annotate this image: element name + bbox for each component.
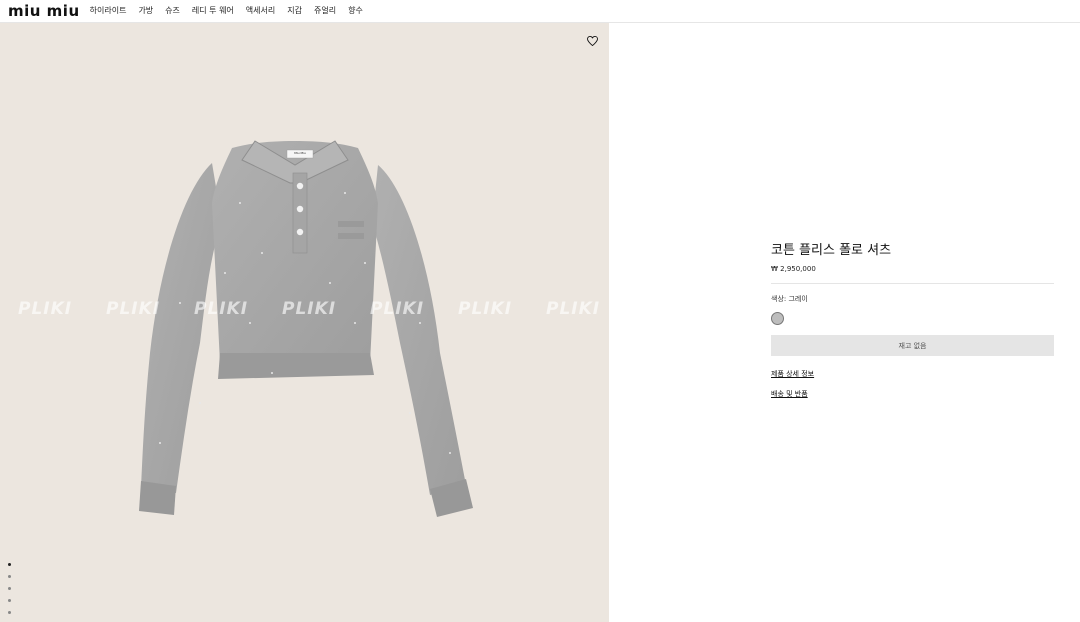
watermark-text: PLIKI xyxy=(458,299,513,319)
nav-item-highlights[interactable]: 하이라이트 xyxy=(90,6,127,16)
color-value: 그레이 xyxy=(788,295,808,303)
nav-item-bags[interactable]: 가방 xyxy=(138,6,153,16)
nav-item-ready-to-wear[interactable]: 레디 투 웨어 xyxy=(192,6,234,16)
neck-label-text: Miu Miu xyxy=(294,151,306,155)
nav-item-jewelry[interactable]: 쥬얼리 xyxy=(314,6,336,16)
gallery-pagination xyxy=(8,563,11,622)
color-label: 색상: xyxy=(771,295,787,303)
color-selection: 색상: 그레이 xyxy=(771,294,1054,304)
color-swatch-grey[interactable] xyxy=(771,312,784,325)
watermark-text: PLIKI xyxy=(18,299,73,319)
product-info: 코튼 플리스 폴로 셔츠 ₩ 2,950,000 색상: 그레이 재고 없음 제… xyxy=(771,242,1054,399)
nav-item-wallets[interactable]: 지갑 xyxy=(287,6,302,16)
product-title: 코튼 플리스 폴로 셔츠 xyxy=(771,243,892,258)
site-header: miu miu 하이라이트 가방 슈즈 레디 투 웨어 액세서리 지갑 쥬얼리 … xyxy=(0,0,1080,23)
gallery-dot[interactable] xyxy=(8,599,11,602)
watermark-text: PLIKI xyxy=(370,299,425,319)
out-of-stock-button[interactable]: 재고 없음 xyxy=(771,335,1054,356)
nav-item-fragrance[interactable]: 향수 xyxy=(348,6,363,16)
watermark-text: PLIKI xyxy=(546,299,601,319)
watermark-text: PLIKI xyxy=(194,299,249,319)
main-nav: 하이라이트 가방 슈즈 레디 투 웨어 액세서리 지갑 쥬얼리 향수 xyxy=(90,6,375,16)
nav-item-shoes[interactable]: 슈즈 xyxy=(165,6,180,16)
divider xyxy=(771,283,1054,284)
watermark-row: PLIKI PLIKI PLIKI PLIKI PLIKI PLIKI PLIK… xyxy=(0,299,609,323)
gallery-dot[interactable] xyxy=(8,563,11,566)
product-price: ₩ 2,950,000 xyxy=(771,265,816,273)
watermark-text: PLIKI xyxy=(282,299,337,319)
gallery-dot[interactable] xyxy=(8,611,11,614)
gallery-dot[interactable] xyxy=(8,575,11,578)
gallery-dot[interactable] xyxy=(8,587,11,590)
shipping-returns-link[interactable]: 배송 및 반품 xyxy=(771,389,1054,399)
nav-item-accessories[interactable]: 액세서리 xyxy=(246,6,275,16)
product-details-link[interactable]: 제품 상세 정보 xyxy=(771,369,1054,379)
brand-logo[interactable]: miu miu xyxy=(8,2,80,20)
product-image-panel: Miu Miu PLIKI PLIKI PLIKI PLIKI PLIKI PL… xyxy=(0,23,609,622)
heart-icon xyxy=(586,36,598,46)
out-of-stock-label: 재고 없음 xyxy=(898,341,927,350)
wishlist-button[interactable] xyxy=(585,34,599,48)
watermark-text: PLIKI xyxy=(106,299,161,319)
